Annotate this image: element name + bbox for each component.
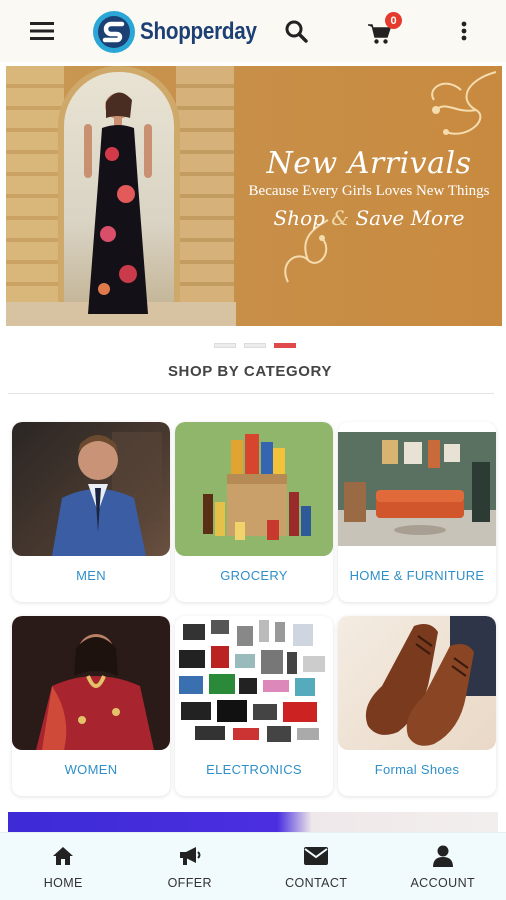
nav-item-home[interactable]: HOME (0, 844, 126, 890)
brand-name: Shopperday (140, 18, 257, 45)
megaphone-icon (179, 846, 201, 865)
nav-label: ACCOUNT (410, 875, 476, 890)
search-button[interactable] (280, 14, 312, 48)
pagination-dot[interactable] (214, 343, 236, 348)
more-vertical-icon (461, 21, 467, 41)
nav-item-offer[interactable]: OFFER (127, 844, 253, 890)
nav-label: HOME (43, 875, 83, 890)
banner-title: New Arrivals (266, 146, 472, 181)
living-room-image (338, 432, 496, 546)
banner-cta-amp: & (331, 206, 350, 230)
category-label: ELECTRONICS (206, 762, 302, 777)
brand-logo[interactable]: Shopperday (92, 9, 276, 55)
banner-pagination (214, 343, 296, 348)
user-icon (432, 845, 453, 867)
banner-cta-save: Save (355, 206, 405, 230)
promo-banner[interactable]: New Arrivals Because Every Girls Loves N… (6, 66, 502, 326)
category-label: WOMEN (64, 762, 118, 777)
category-card-women[interactable]: WOMEN (12, 616, 170, 796)
banner-background-decor (176, 66, 234, 326)
section-title: SHOP BY CATEGORY (167, 363, 333, 380)
banner-cta-more: More (410, 206, 465, 230)
category-label: HOME & FURNITURE (349, 568, 485, 583)
banner-floral-decor (431, 71, 497, 135)
bottom-navigation: HOME OFFER CONTACT ACCOUNT (0, 832, 506, 900)
category-image-men (12, 422, 170, 556)
cart-count-badge: 0 (385, 12, 402, 29)
nav-item-account[interactable]: ACCOUNT (380, 844, 506, 890)
section-divider (8, 393, 494, 394)
woman-in-saree-image (36, 634, 154, 750)
banner-text-block: New Arrivals Because Every Girls Loves N… (236, 146, 502, 230)
category-card-formal-shoes[interactable]: Formal Shoes (338, 616, 496, 796)
banner-model-image (84, 92, 152, 314)
nav-item-contact[interactable]: CONTACT (253, 844, 379, 890)
home-icon (53, 846, 74, 865)
category-image-electronics (175, 616, 333, 750)
category-image-home-furniture (338, 422, 496, 556)
banner-background-decor (6, 66, 64, 326)
category-image-grocery (175, 422, 333, 556)
electronics-collage-image (179, 620, 325, 742)
pagination-dot-active[interactable] (274, 343, 296, 348)
pagination-dot[interactable] (244, 343, 266, 348)
search-icon (285, 20, 308, 43)
category-label: Formal Shoes (374, 762, 460, 777)
top-app-bar: Shopperday 0 (0, 0, 506, 62)
category-card-grocery[interactable]: GROCERY (175, 422, 333, 602)
nav-label: OFFER (167, 875, 212, 890)
category-image-women (12, 616, 170, 750)
category-image-formal-shoes (338, 616, 496, 750)
category-card-men[interactable]: MEN (12, 422, 170, 602)
category-card-home-furniture[interactable]: HOME & FURNITURE (338, 422, 496, 602)
grocery-box-image (203, 434, 311, 540)
cart-button[interactable]: 0 (364, 12, 402, 48)
banner-subtitle: Because Every Girls Loves New Things (248, 183, 490, 199)
logo-icon (93, 11, 135, 53)
banner-cta: Shop & Save More (236, 206, 502, 230)
menu-button[interactable] (26, 16, 58, 46)
category-card-electronics[interactable]: ELECTRONICS (175, 616, 333, 796)
envelope-icon (304, 846, 329, 865)
banner-cta-shop: Shop (273, 206, 325, 230)
category-label: GROCERY (220, 568, 288, 583)
more-options-button[interactable] (452, 16, 476, 46)
menu-icon (30, 22, 54, 40)
man-in-suit-image (52, 432, 162, 556)
formal-shoes-image (365, 616, 496, 746)
nav-label: CONTACT (285, 875, 348, 890)
category-label: MEN (76, 568, 106, 583)
